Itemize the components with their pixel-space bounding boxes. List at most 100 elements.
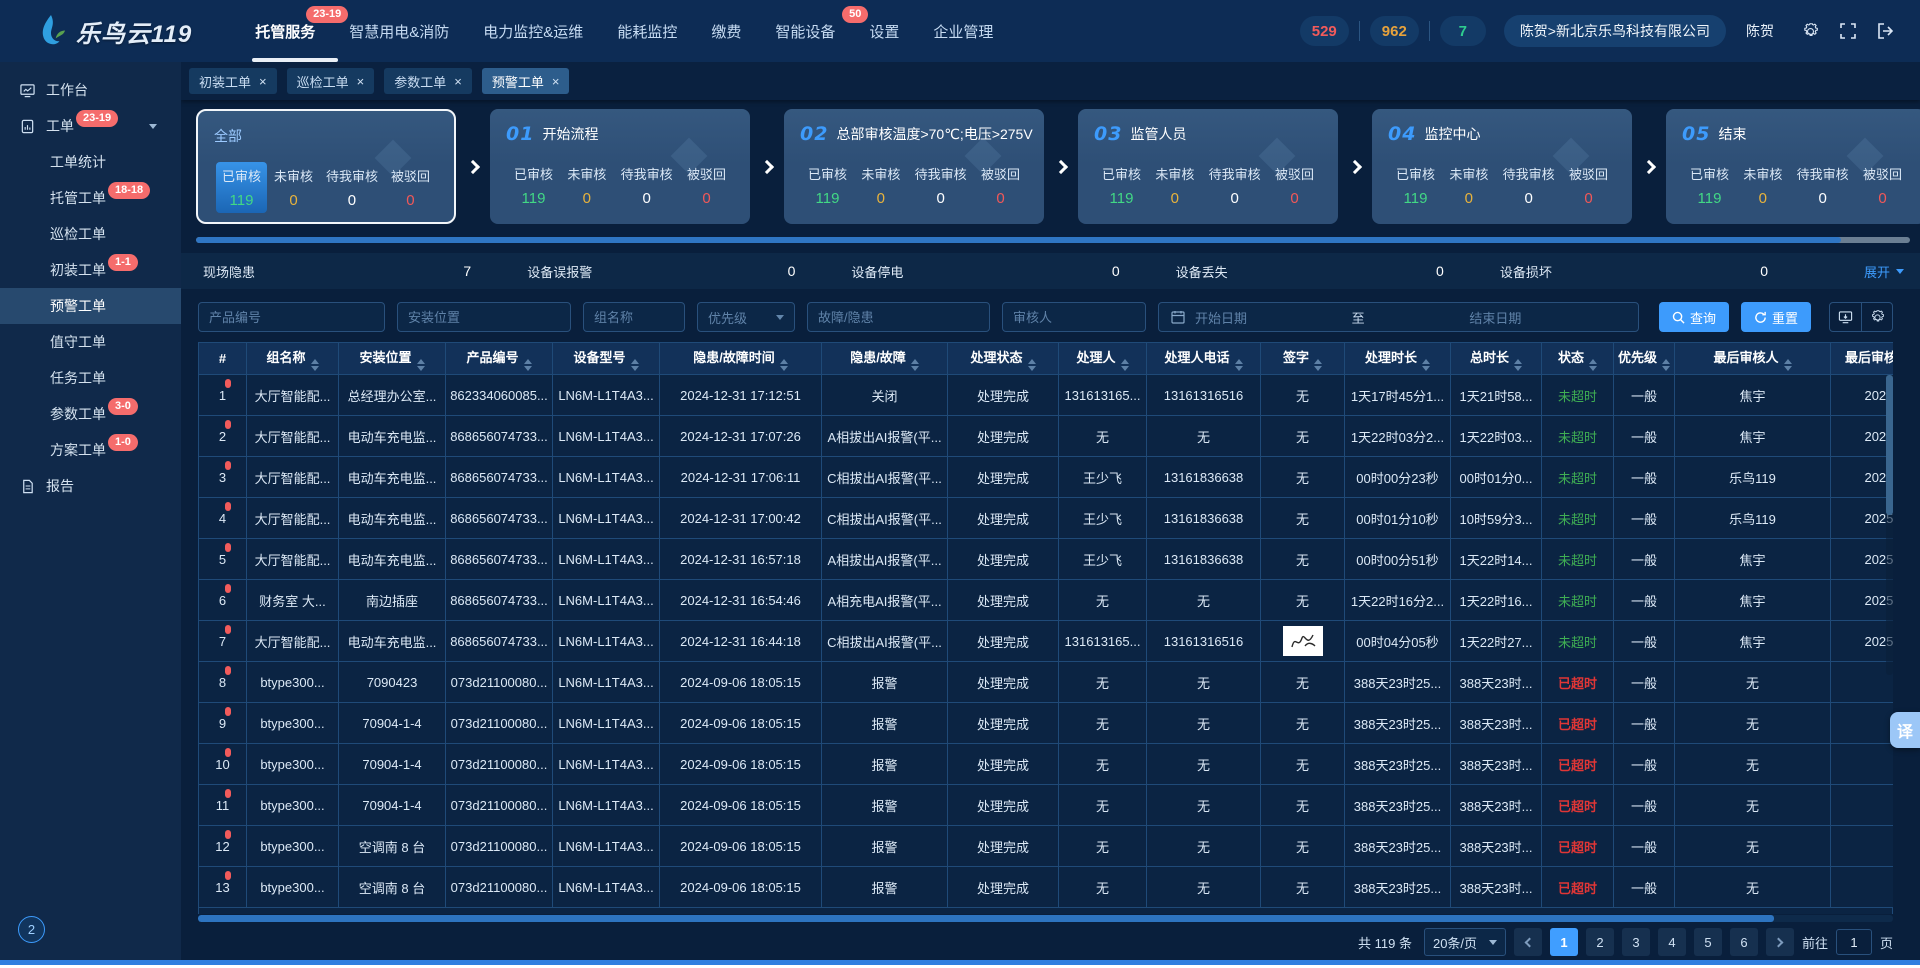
flow-stat-2[interactable]: 待我审核0 [615,160,679,211]
flow-card-1[interactable]: 01开始流程已审核119未审核0待我审核0被驳回0 [490,109,750,224]
sidebar-item-0[interactable]: 工作台 [0,72,181,108]
nav-menu-item-3[interactable]: 能耗监控 [600,0,694,62]
column-header-16[interactable]: 最后审核时间 [1831,343,1894,375]
filter-input-0[interactable] [198,302,385,332]
sort-icon[interactable] [1514,359,1522,371]
page-size-select[interactable]: 20条/页 [1424,928,1506,956]
flow-stat-1[interactable]: 未审核0 [561,160,612,211]
flow-card-4[interactable]: 04监控中心已审核119未审核0待我审核0被驳回0 [1372,109,1632,224]
filter-input-4[interactable] [807,302,990,332]
column-header-15[interactable]: 最后审核人 [1675,343,1831,375]
table-row-9[interactable]: 9btype300...70904-1-4073d21100080...LN6M… [199,703,1894,744]
close-icon[interactable]: × [454,75,462,88]
flow-stat-1[interactable]: 未审核0 [1443,160,1494,211]
filter-input-1[interactable] [397,302,571,332]
flow-stat-2[interactable]: 待我审核0 [1203,160,1267,211]
sort-icon[interactable] [1662,359,1670,371]
nav-menu-item-0[interactable]: 托管服务23-19 [238,0,332,62]
table-row-4[interactable]: 4大厅智能配...电动车充电监...868656074733...LN6M-L1… [199,498,1894,539]
sort-icon[interactable] [780,359,788,371]
reset-button[interactable]: 重置 [1741,302,1811,332]
column-header-14[interactable]: 优先级 [1614,343,1675,375]
goto-page-input[interactable] [1836,929,1872,955]
flow-card-3[interactable]: 03监管人员已审核119未审核0待我审核0被驳回0 [1078,109,1338,224]
flow-stat-1[interactable]: 未审核0 [1149,160,1200,211]
flow-stat-0[interactable]: 已审核119 [508,160,559,211]
sidebar-bottom-badge[interactable]: 2 [18,916,45,943]
page-button-5[interactable]: 5 [1694,928,1722,956]
table-horizontal-scrollbar[interactable] [198,915,1893,922]
sidebar-item-1[interactable]: 工单23-19 [0,108,181,144]
tab-3[interactable]: 预警工单× [482,68,570,94]
table-row-7[interactable]: 7大厅智能配...电动车充电监...868656074733...LN6M-L1… [199,621,1894,662]
close-icon[interactable]: × [552,75,560,88]
nav-menu-item-2[interactable]: 电力监控&运维 [466,0,600,62]
sort-icon[interactable] [311,359,319,371]
company-selector[interactable]: 陈贺>新北京乐鸟科技有限公司 [1504,15,1726,47]
flow-card-5[interactable]: 05结束已审核119未审核0待我审核0被驳回0 [1666,109,1920,224]
flow-stat-2[interactable]: 待我审核0 [909,160,973,211]
sort-icon[interactable] [1784,359,1792,371]
page-button-4[interactable]: 4 [1658,928,1686,956]
column-header-8[interactable]: 处理人 [1059,343,1147,375]
table-row-8[interactable]: 8btype300...7090423073d21100080...LN6M-L… [199,662,1894,703]
column-settings-icon[interactable] [1861,303,1892,331]
column-header-6[interactable]: 隐患/故障 [822,343,948,375]
column-header-5[interactable]: 隐患/故障时间 [660,343,822,375]
username[interactable]: 陈贺 [1746,21,1774,41]
flow-stat-1[interactable]: 未审核0 [1737,160,1788,211]
sidebar-item-8[interactable]: 任务工单 [0,360,181,396]
flow-stat-3[interactable]: 被驳回0 [1857,160,1908,211]
sort-icon[interactable] [1314,359,1322,371]
flow-stat-0[interactable]: 已审核119 [1096,160,1147,211]
table-row-12[interactable]: 12btype300...空调南 8 台073d21100080...LN6M-… [199,826,1894,867]
page-button-3[interactable]: 3 [1622,928,1650,956]
flow-stat-0[interactable]: 已审核119 [1390,160,1441,211]
sidebar-item-2[interactable]: 工单统计 [0,144,181,180]
column-header-1[interactable]: 组名称 [247,343,339,375]
column-header-2[interactable]: 安装位置 [339,343,446,375]
sidebar-item-3[interactable]: 托管工单18-18 [0,180,181,216]
flow-stat-0[interactable]: 已审核119 [216,162,267,213]
fullscreen-icon[interactable] [1838,21,1858,41]
page-button-6[interactable]: 6 [1730,928,1758,956]
tab-1[interactable]: 巡检工单× [287,68,375,94]
filter-daterange[interactable]: 开始日期至结束日期 [1158,302,1639,332]
column-header-10[interactable]: 签字 [1261,343,1345,375]
scrollbar-thumb[interactable] [1886,375,1893,515]
filter-select-3[interactable]: 优先级 [697,302,795,332]
sidebar-item-9[interactable]: 参数工单3-0 [0,396,181,432]
sort-icon[interactable] [1589,359,1597,371]
page-button-2[interactable]: 2 [1586,928,1614,956]
close-icon[interactable]: × [357,75,365,88]
sort-icon[interactable] [524,359,532,371]
nav-menu-item-5[interactable]: 智能设备50 [758,0,852,62]
notification-counter-0[interactable]: 529 [1300,16,1349,46]
sort-icon[interactable] [1235,359,1243,371]
table-row-10[interactable]: 10btype300...70904-1-4073d21100080...LN6… [199,744,1894,785]
column-header-11[interactable]: 处理时长 [1345,343,1451,375]
tab-2[interactable]: 参数工单× [384,68,472,94]
nav-menu-item-4[interactable]: 缴费 [694,0,758,62]
notification-counter-1[interactable]: 962 [1370,16,1419,46]
close-icon[interactable]: × [259,75,267,88]
flow-cards-scrollbar[interactable] [196,237,1910,243]
flow-stat-2[interactable]: 待我审核0 [1791,160,1855,211]
table-row-3[interactable]: 3大厅智能配...电动车充电监...868656074733...LN6M-L1… [199,457,1894,498]
tab-0[interactable]: 初装工单× [189,68,277,94]
column-header-12[interactable]: 总时长 [1451,343,1542,375]
flow-stat-3[interactable]: 被驳回0 [681,160,732,211]
flow-stat-1[interactable]: 未审核0 [855,160,906,211]
column-header-3[interactable]: 产品编号 [446,343,553,375]
table-row-11[interactable]: 11btype300...70904-1-4073d21100080...LN6… [199,785,1894,826]
flow-card-0[interactable]: 全部已审核119未审核0待我审核0被驳回0 [196,109,456,224]
notification-counter-2[interactable]: 7 [1440,16,1486,46]
table-row-5[interactable]: 5大厅智能配...电动车充电监...868656074733...LN6M-L1… [199,539,1894,580]
sidebar-item-5[interactable]: 初装工单1-1 [0,252,181,288]
flow-stat-2[interactable]: 待我审核0 [320,162,384,213]
column-header-7[interactable]: 处理状态 [948,343,1059,375]
nav-menu-item-7[interactable]: 企业管理 [916,0,1010,62]
flow-stat-3[interactable]: 被驳回0 [1563,160,1614,211]
gear-icon[interactable] [1800,21,1820,41]
flow-stat-0[interactable]: 已审核119 [1684,160,1735,211]
